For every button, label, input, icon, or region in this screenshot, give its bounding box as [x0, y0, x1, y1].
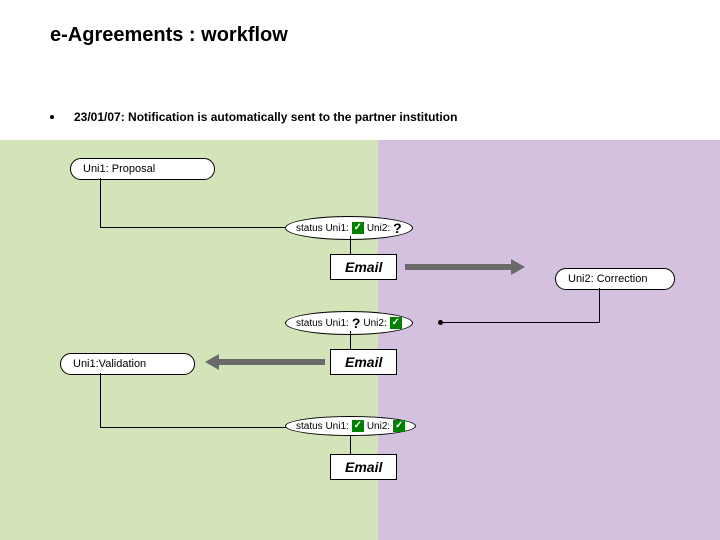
status-3: status Uni1: ✓ Uni2: ✓: [285, 416, 416, 436]
bullet-icon: [50, 115, 54, 119]
arrow-email1-right: [405, 262, 525, 272]
connector-correction-status2: [440, 288, 600, 323]
box-proposal: Uni1: Proposal: [70, 158, 215, 180]
bullet-text: 23/01/07: Notification is automatically …: [74, 110, 457, 124]
email-2: Email: [330, 349, 397, 375]
email-1: Email: [330, 254, 397, 280]
email-3: Email: [330, 454, 397, 480]
check-icon: ✓: [393, 420, 405, 432]
check-icon: ✓: [352, 222, 364, 234]
status3-uni1-label: status Uni1:: [296, 421, 349, 432]
status2-uni1-label: status Uni1:: [296, 318, 349, 329]
status-2: status Uni1: ? Uni2: ✓: [285, 311, 413, 335]
email-1-label: Email: [345, 259, 382, 275]
box-correction: Uni2: Correction: [555, 268, 675, 290]
lane-uni2-bg: [378, 140, 720, 540]
connector-dot: [438, 320, 443, 325]
box-validation-label: Uni1:Validation: [73, 358, 146, 370]
page-title: e-Agreements : workflow: [50, 24, 288, 47]
status-1: status Uni1: ✓ Uni2: ?: [285, 216, 413, 240]
bullet-row: 23/01/07: Notification is automatically …: [50, 110, 457, 124]
email-3-label: Email: [345, 459, 382, 475]
status2-uni2-label: Uni2:: [363, 318, 386, 329]
box-correction-label: Uni2: Correction: [568, 273, 647, 285]
check-icon: ✓: [390, 317, 402, 329]
status1-uni2-label: Uni2:: [367, 223, 390, 234]
box-proposal-label: Uni1: Proposal: [83, 163, 155, 175]
arrow-email2-left: [205, 357, 325, 367]
connector-proposal-status1: [100, 178, 300, 228]
box-validation: Uni1:Validation: [60, 353, 195, 375]
status1-uni1-label: status Uni1:: [296, 223, 349, 234]
question-icon: ?: [393, 220, 402, 236]
status3-uni2-label: Uni2:: [367, 421, 390, 432]
check-icon: ✓: [352, 420, 364, 432]
connector-validation-status3: [100, 373, 300, 428]
question-icon: ?: [352, 315, 361, 331]
email-2-label: Email: [345, 354, 382, 370]
